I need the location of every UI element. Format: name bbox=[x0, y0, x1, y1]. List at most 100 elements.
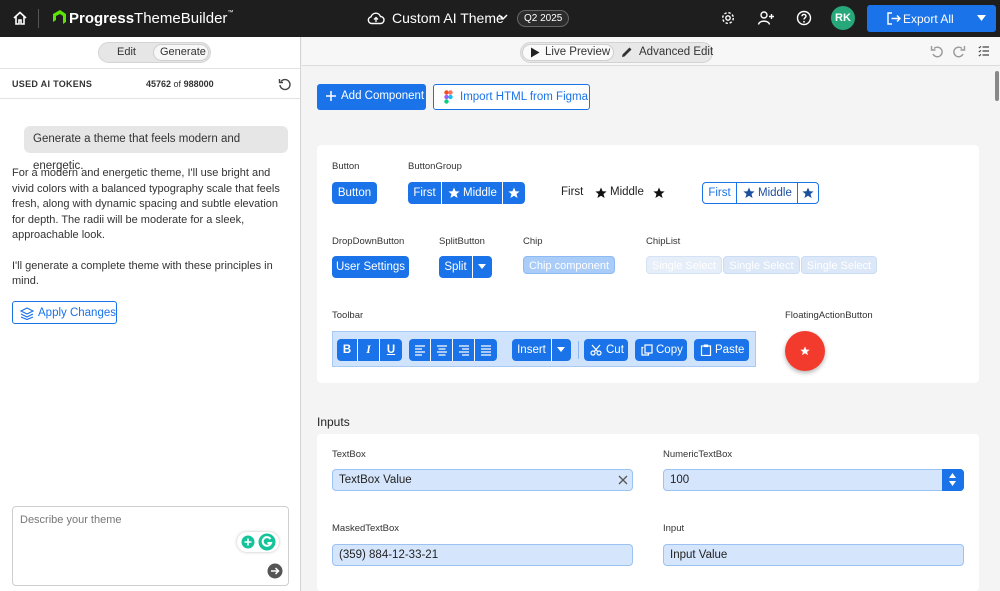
tokens-row: USED AI TOKENS 45762 of 988000 bbox=[0, 68, 300, 99]
user-message: Generate a theme that feels modern and e… bbox=[24, 126, 288, 172]
add-component-button[interactable]: Add Component bbox=[317, 84, 426, 110]
chiplist-label: ChipList bbox=[646, 236, 681, 247]
add-user-icon[interactable] bbox=[757, 10, 775, 26]
button-demo[interactable]: Button bbox=[332, 182, 377, 204]
dropdown-button-demo[interactable]: User Settings bbox=[332, 256, 409, 278]
apply-changes-button[interactable]: Apply Changes bbox=[12, 301, 117, 324]
align-justify-button[interactable] bbox=[475, 339, 497, 361]
import-figma-label: Import HTML from Figma bbox=[460, 91, 589, 103]
arrow-down-icon bbox=[949, 481, 956, 486]
export-all-button[interactable]: Export All bbox=[867, 5, 996, 32]
flat-group-middle[interactable]: Middle bbox=[610, 186, 644, 198]
redo-icon[interactable] bbox=[952, 45, 966, 58]
plain-input[interactable]: Input Value bbox=[663, 544, 964, 566]
tokens-value: 45762 of 988000 bbox=[146, 79, 214, 89]
top-bar: ProgressThemeBuilder™ Custom AI Theme Q2… bbox=[0, 0, 1000, 37]
reset-icon[interactable] bbox=[278, 77, 292, 91]
add-component-label: Add Component bbox=[341, 90, 425, 102]
dropdownbutton-label: DropDownButton bbox=[332, 236, 405, 247]
assistant-reply: For a modern and energetic theme, I'll u… bbox=[12, 166, 292, 290]
paste-button[interactable]: Paste bbox=[694, 339, 749, 361]
floating-action-button[interactable] bbox=[785, 331, 825, 371]
mode-advanced-edit[interactable]: Advanced Edit bbox=[639, 46, 713, 58]
underline-button[interactable]: U bbox=[380, 339, 402, 361]
pencil-icon bbox=[621, 46, 633, 58]
numeric-input[interactable]: 100 bbox=[663, 469, 964, 491]
help-icon[interactable] bbox=[796, 10, 812, 26]
split-main-button[interactable]: Split bbox=[439, 256, 473, 278]
insert-button[interactable]: Insert bbox=[512, 339, 552, 361]
outline-first-button[interactable]: First bbox=[703, 183, 737, 203]
button-group-solid: First Middle bbox=[408, 182, 525, 204]
scrollbar-thumb[interactable] bbox=[995, 71, 999, 101]
chip-label: Chip bbox=[523, 236, 543, 247]
avatar[interactable]: RK bbox=[831, 6, 855, 30]
chiplist-item[interactable]: Single Select bbox=[646, 256, 722, 274]
chevron-down-icon[interactable] bbox=[498, 13, 508, 21]
send-icon[interactable] bbox=[267, 563, 283, 579]
cut-button[interactable]: Cut bbox=[584, 339, 628, 361]
chiplist-item[interactable]: Single Select bbox=[723, 256, 800, 274]
preview-panel: Live Preview Advanced Edit Add Component… bbox=[302, 37, 1000, 591]
numeric-value: 100 bbox=[670, 474, 690, 486]
paste-icon bbox=[700, 344, 712, 356]
export-icon bbox=[887, 12, 901, 25]
divider bbox=[38, 9, 39, 28]
bold-button[interactable]: B bbox=[337, 339, 358, 361]
import-figma-button[interactable]: Import HTML from Figma bbox=[433, 84, 590, 110]
italic-button[interactable]: I bbox=[358, 339, 380, 361]
chiplist-item[interactable]: Single Select bbox=[801, 256, 877, 274]
outline-star-button[interactable] bbox=[798, 183, 818, 203]
outline-middle-button[interactable]: Middle bbox=[737, 183, 798, 203]
split-arrow-button[interactable] bbox=[473, 256, 492, 278]
home-icon[interactable] bbox=[12, 10, 28, 26]
maskedtextbox-label: MaskedTextBox bbox=[332, 523, 400, 534]
numeric-spinner[interactable] bbox=[942, 469, 964, 491]
align-left-button[interactable] bbox=[409, 339, 431, 361]
layers-icon bbox=[20, 307, 34, 320]
tab-edit[interactable]: Edit bbox=[117, 46, 136, 58]
group-middle-button[interactable]: Middle bbox=[442, 182, 503, 204]
preview-mode-switch: Live Preview Advanced Edit bbox=[520, 42, 713, 63]
inputs-card: TextBox TextBox Value NumericTextBox 100… bbox=[317, 434, 979, 591]
bulb-icon[interactable] bbox=[241, 535, 255, 549]
insert-arrow-button[interactable] bbox=[552, 339, 571, 361]
textbox-label: TextBox bbox=[332, 449, 366, 460]
caret-down-icon[interactable] bbox=[977, 15, 986, 21]
align-right-button[interactable] bbox=[453, 339, 475, 361]
grammarly-icon[interactable] bbox=[258, 533, 276, 551]
prompt-textarea[interactable]: Describe your theme bbox=[12, 506, 289, 586]
scrollbar[interactable] bbox=[995, 67, 1000, 591]
buttongroup-label: ButtonGroup bbox=[408, 161, 462, 172]
tab-generate[interactable]: Generate bbox=[160, 46, 206, 58]
gear-icon[interactable] bbox=[720, 10, 736, 26]
align-center-button[interactable] bbox=[431, 339, 453, 361]
chip-demo[interactable]: Chip component bbox=[523, 256, 615, 274]
star-icon bbox=[800, 346, 810, 356]
button-group-outline: First Middle bbox=[702, 182, 819, 204]
cloud-upload-icon[interactable] bbox=[367, 11, 385, 25]
align-center-icon bbox=[436, 344, 448, 356]
brand-name: ProgressThemeBuilder™ bbox=[69, 10, 234, 27]
list-settings-icon[interactable] bbox=[978, 45, 990, 57]
flat-group-first[interactable]: First bbox=[561, 186, 583, 198]
version-badge: Q2 2025 bbox=[517, 10, 570, 27]
group-first-button[interactable]: First bbox=[408, 182, 442, 204]
star-icon[interactable] bbox=[595, 187, 607, 199]
generate-panel: Edit Generate USED AI TOKENS 45762 of 98… bbox=[0, 37, 301, 591]
copy-button[interactable]: Copy bbox=[635, 339, 687, 361]
toolbar-separator bbox=[578, 341, 579, 359]
clear-icon[interactable] bbox=[618, 475, 628, 485]
undo-icon[interactable] bbox=[930, 45, 944, 58]
star-icon[interactable] bbox=[653, 187, 665, 199]
group-star-button[interactable] bbox=[503, 182, 525, 204]
apply-label: Apply Changes bbox=[38, 307, 116, 319]
grammarly-widget[interactable] bbox=[237, 532, 279, 552]
masked-input[interactable]: (359) 884-12-33-21 bbox=[332, 544, 633, 566]
mode-live-preview[interactable]: Live Preview bbox=[545, 46, 610, 58]
export-label: Export All bbox=[903, 12, 954, 26]
theme-title[interactable]: Custom AI Theme bbox=[392, 10, 504, 26]
textbox-input[interactable]: TextBox Value bbox=[332, 469, 633, 491]
caret-down-icon bbox=[478, 264, 486, 269]
align-group bbox=[409, 339, 497, 361]
